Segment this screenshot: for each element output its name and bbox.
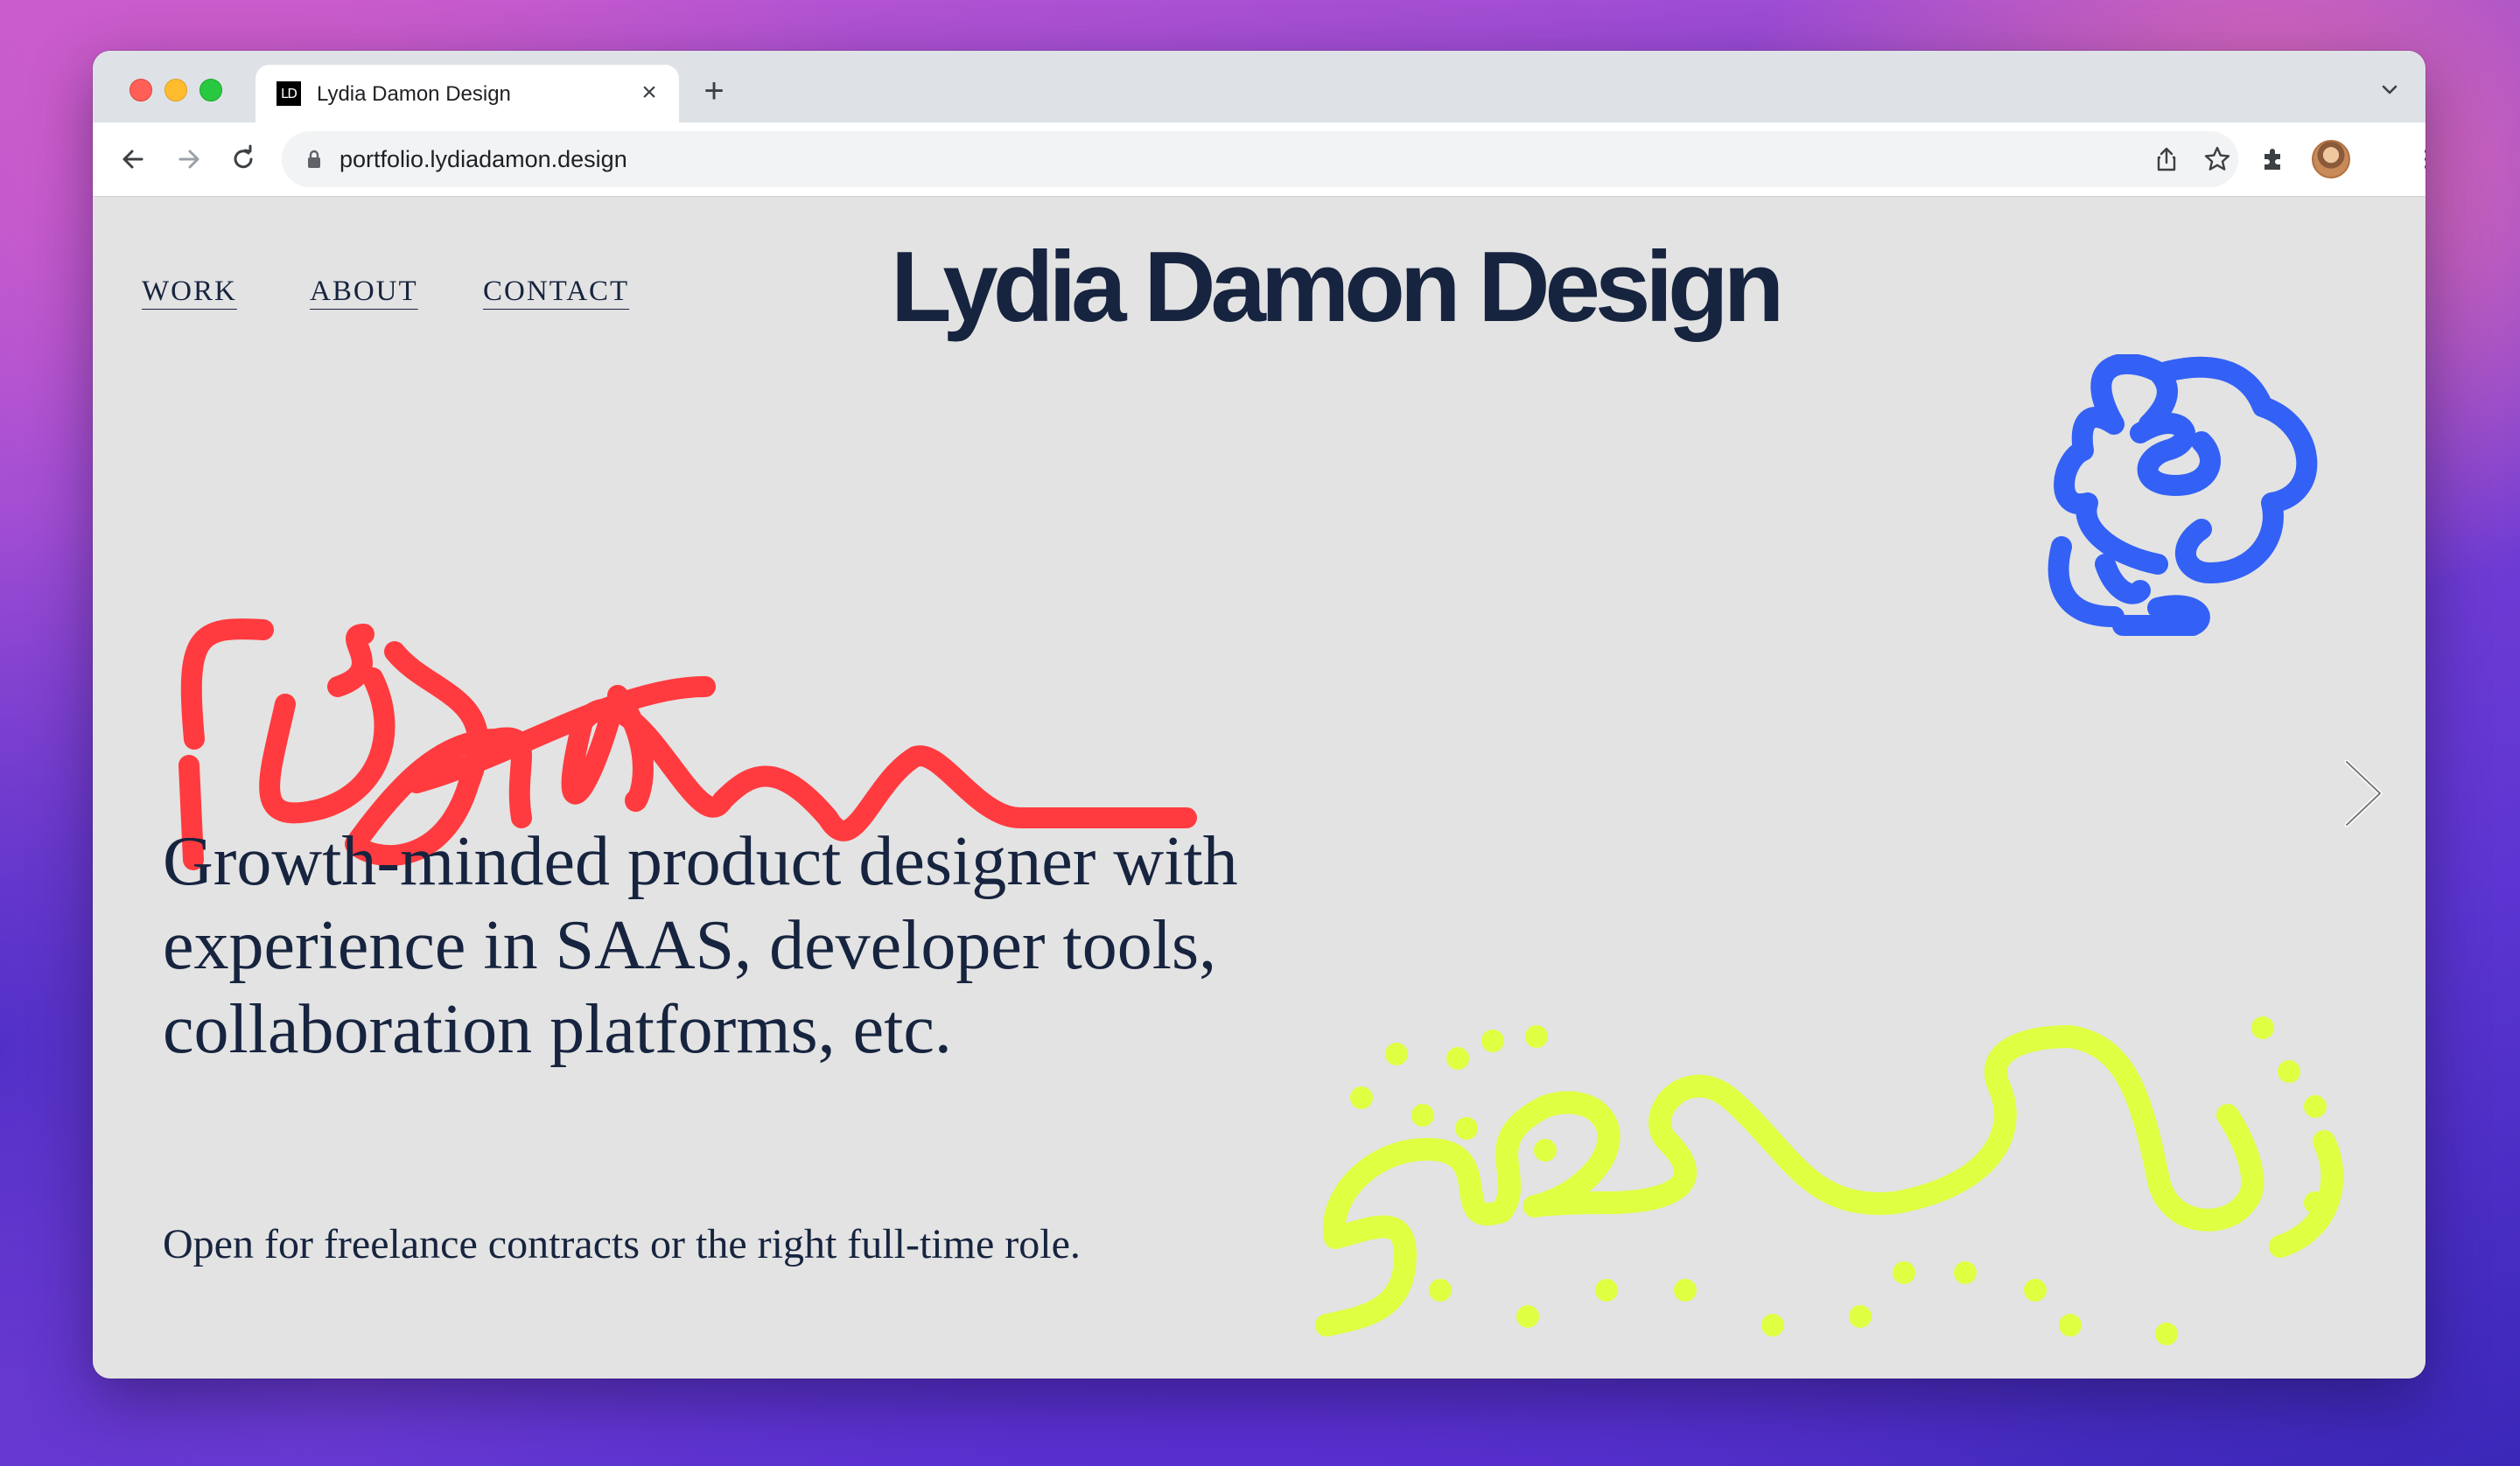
- tab-dropdown-icon[interactable]: [2376, 77, 2403, 103]
- blue-scribble-illustration: [2048, 354, 2318, 636]
- bookmark-star-icon[interactable]: [2202, 143, 2233, 175]
- minimize-window-button[interactable]: [164, 79, 187, 101]
- reload-icon[interactable]: [226, 142, 261, 177]
- tab-title: Lydia Damon Design: [317, 82, 511, 106]
- url-text[interactable]: portfolio.lydiadamon.design: [340, 146, 627, 173]
- forward-icon[interactable]: [172, 142, 206, 177]
- address-bar[interactable]: portfolio.lydiadamon.design: [282, 131, 2238, 187]
- site-title[interactable]: Lydia Damon Design: [891, 228, 1784, 348]
- availability-text: Open for freelance contracts or the righ…: [163, 1221, 1081, 1267]
- profile-avatar[interactable]: [2312, 140, 2350, 178]
- browser-toolbar: portfolio.lydiadamon.design: [93, 122, 2426, 197]
- nav-about-link[interactable]: ABOUT: [310, 276, 418, 308]
- tab-strip: LD Lydia Damon Design × +: [93, 51, 2426, 122]
- yellow-scribble-illustration: [1315, 1016, 2344, 1345]
- browser-window: LD Lydia Damon Design × + portfolio.lydi…: [93, 51, 2426, 1379]
- more-menu-icon[interactable]: [2410, 142, 2426, 177]
- nav-work-link[interactable]: WORK: [142, 276, 237, 308]
- back-icon[interactable]: [116, 142, 150, 177]
- active-tab[interactable]: LD Lydia Damon Design ×: [256, 65, 679, 122]
- new-tab-button[interactable]: +: [696, 73, 732, 108]
- nav-contact-link[interactable]: CONTACT: [483, 276, 629, 308]
- lock-icon[interactable]: [304, 149, 324, 170]
- extensions-icon[interactable]: [2256, 142, 2291, 177]
- tab-close-icon[interactable]: ×: [635, 79, 663, 107]
- close-window-button[interactable]: [130, 79, 152, 101]
- hero-headline: Growth-minded product designer with expe…: [163, 823, 1238, 1068]
- share-icon[interactable]: [2151, 143, 2182, 175]
- site-favicon-icon: LD: [276, 81, 301, 106]
- page-content: WORK ABOUT CONTACT Lydia Damon Design Gr…: [93, 197, 2426, 1379]
- next-slide-arrow-icon[interactable]: [2342, 757, 2385, 830]
- zoom-window-button[interactable]: [200, 79, 222, 101]
